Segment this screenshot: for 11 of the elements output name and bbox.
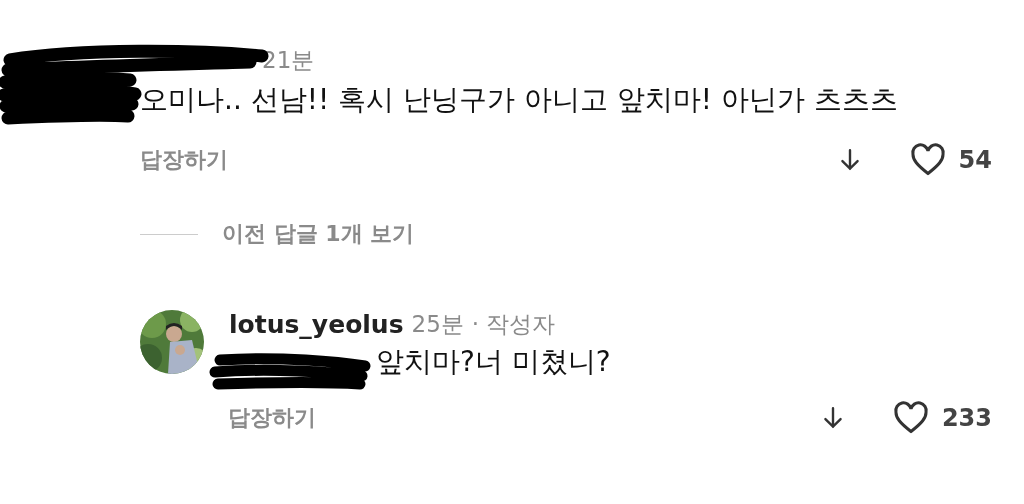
comment-text: 앞치마?너 미쳤니? (376, 344, 611, 380)
view-replies-link[interactable]: 이전 답글 1개 보기 (222, 219, 415, 249)
comment-time: 25분 (411, 309, 464, 339)
author-label: · 작성자 (471, 309, 556, 339)
like-count: 54 (958, 146, 992, 174)
like-count: 233 (941, 404, 992, 432)
username[interactable]: lotus_yeolus (229, 309, 404, 339)
reply-button[interactable]: 답장하기 (228, 403, 316, 433)
comment-time: 21분 (262, 45, 315, 75)
comment-text: 오미나.. 선남!! 혹시 난닝구가 아니고 앞치마! 아닌가 츠츠츠 (140, 82, 898, 118)
reply-button[interactable]: 답장하기 (140, 145, 228, 175)
